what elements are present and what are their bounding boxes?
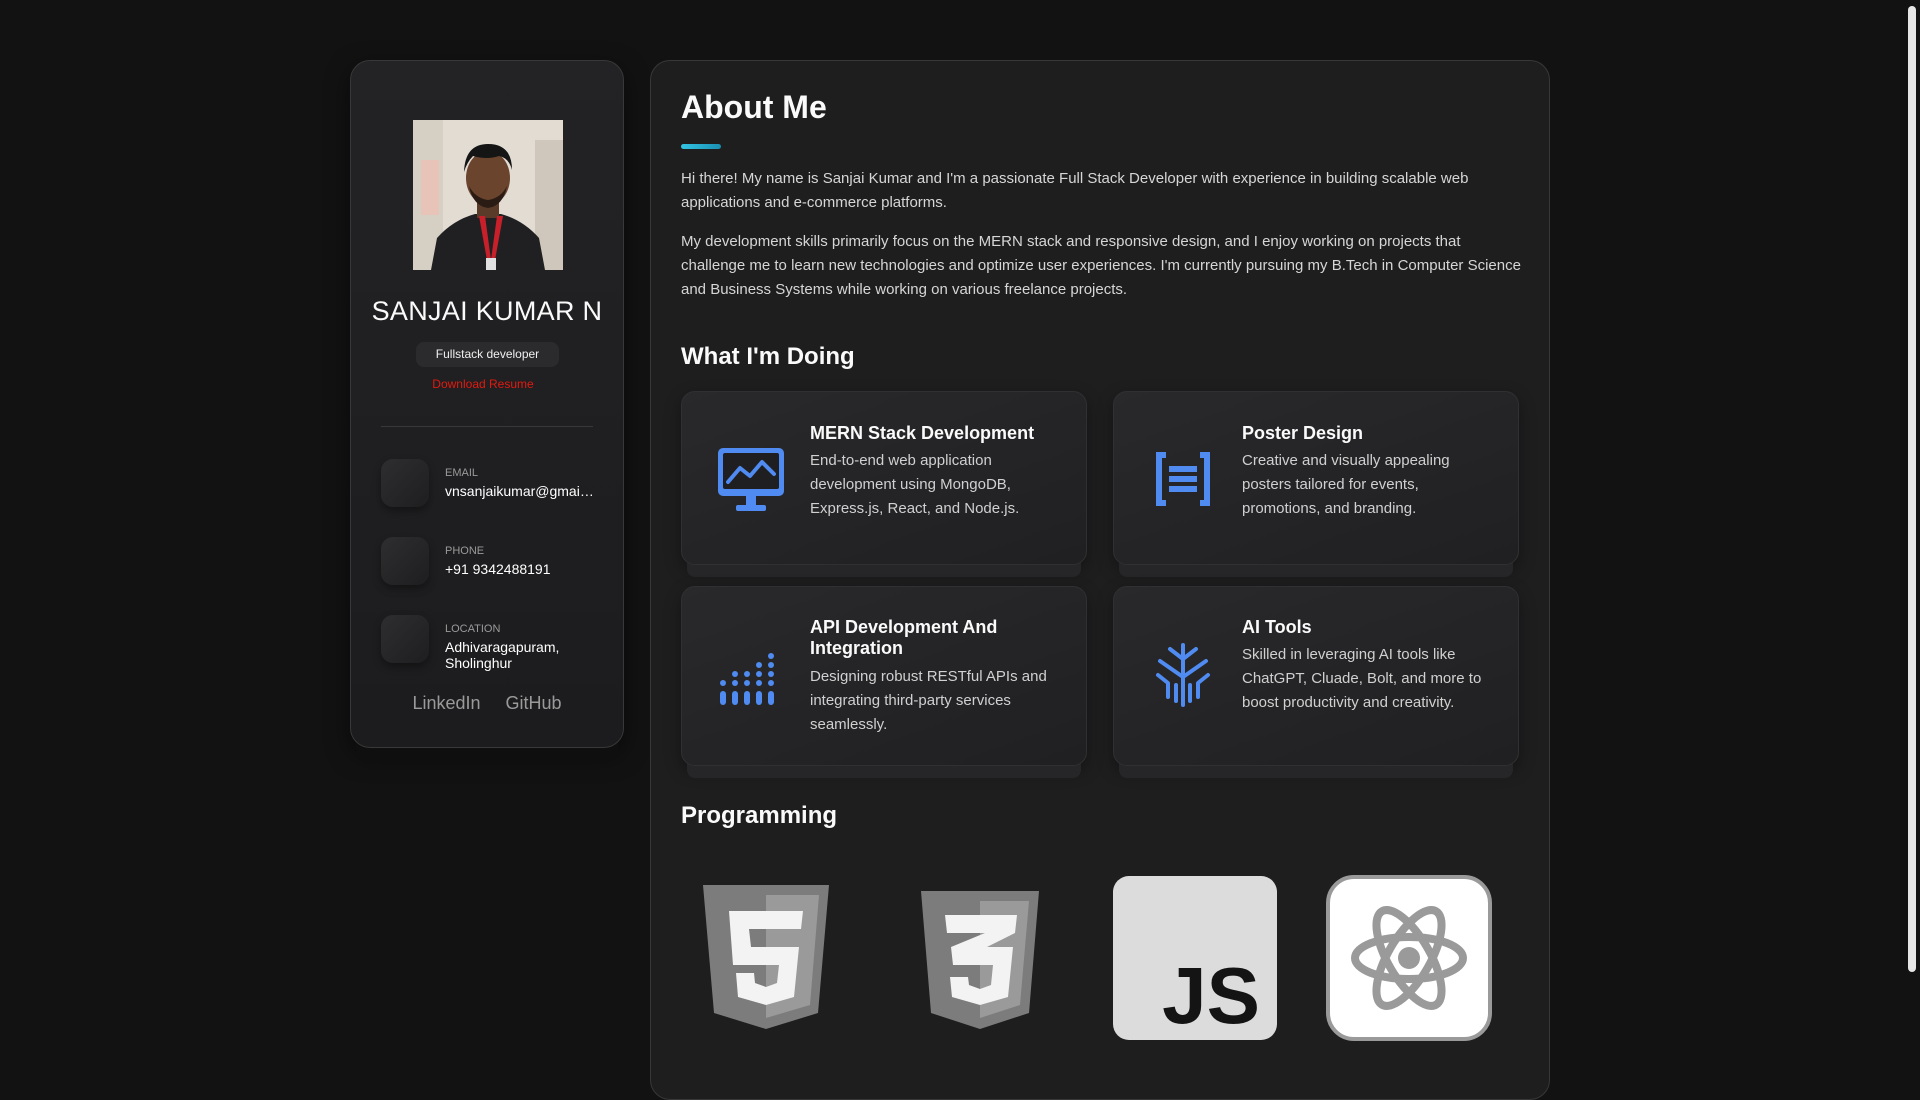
linkedin-link[interactable]: LinkedIn — [412, 693, 480, 713]
phone-icon — [381, 537, 429, 585]
service-title: Poster Design — [1242, 423, 1364, 443]
service-card-mern: MERN Stack Development End-to-end web ap… — [681, 391, 1087, 565]
html5-icon — [681, 873, 851, 1043]
js-logo-text: JS — [1162, 951, 1260, 1040]
phone-link[interactable]: +91 9342488191 — [445, 561, 595, 577]
service-desc: Skilled in leveraging AI tools like Chat… — [1242, 646, 1482, 711]
javascript-icon: JS — [1110, 873, 1280, 1043]
service-title: API Development And Integration — [810, 617, 998, 658]
about-paragraph-1: Hi there! My name is Sanjai Kumar and I'… — [681, 170, 1469, 211]
service-desc: Designing robust RESTful APIs and integr… — [810, 668, 1047, 733]
social-links: LinkedIn GitHub — [351, 693, 623, 714]
dot-bars-icon — [716, 641, 786, 711]
service-card-poster: Poster Design Creative and visually appe… — [1113, 391, 1519, 565]
contact-label: PHONE — [445, 545, 485, 557]
service-desc: Creative and visually appealing posters … — [1242, 452, 1450, 517]
github-link[interactable]: GitHub — [506, 693, 562, 713]
profile-name: SANJAI KUMAR N — [371, 296, 603, 326]
main-panel: About Me Hi there! My name is Sanjai Kum… — [650, 60, 1550, 1100]
divider — [381, 426, 593, 427]
monitor-chart-icon — [716, 444, 786, 514]
programming-title: Programming — [681, 802, 838, 829]
react-icon — [1324, 873, 1494, 1043]
profile-sidebar: SANJAI KUMAR N Fullstack developer Downl… — [350, 60, 624, 748]
scrollbar[interactable] — [1904, 0, 1920, 1080]
css3-icon — [895, 873, 1065, 1043]
service-card-ai: AI Tools Skilled in leveraging AI tools … — [1113, 586, 1519, 766]
service-card-api: API Development And Integration Designin… — [681, 586, 1087, 766]
contact-label: LOCATION — [445, 623, 501, 635]
doing-title: What I'm Doing — [681, 343, 855, 370]
contact-label: EMAIL — [445, 467, 479, 479]
service-title: MERN Stack Development — [810, 423, 1035, 443]
email-link[interactable]: vnsanjaikumar@gmail.com — [445, 483, 595, 499]
title-underline — [681, 144, 721, 149]
page-title: About Me — [681, 89, 827, 125]
mail-icon — [381, 459, 429, 507]
role-badge: Fullstack developer — [416, 342, 559, 367]
download-resume-link[interactable]: Download Resume — [351, 377, 623, 391]
scrollbar-thumb[interactable] — [1908, 6, 1916, 972]
location-icon — [381, 615, 429, 663]
avatar — [413, 120, 563, 270]
document-lines-icon — [1148, 444, 1218, 514]
location-value: Adhivaragapuram, Sholinghur — [445, 639, 560, 671]
service-desc: End-to-end web application development u… — [810, 452, 1020, 517]
service-title: AI Tools — [1242, 617, 1312, 637]
about-paragraph-2: My development skills primarily focus on… — [681, 233, 1521, 298]
ai-tree-icon — [1148, 641, 1218, 711]
